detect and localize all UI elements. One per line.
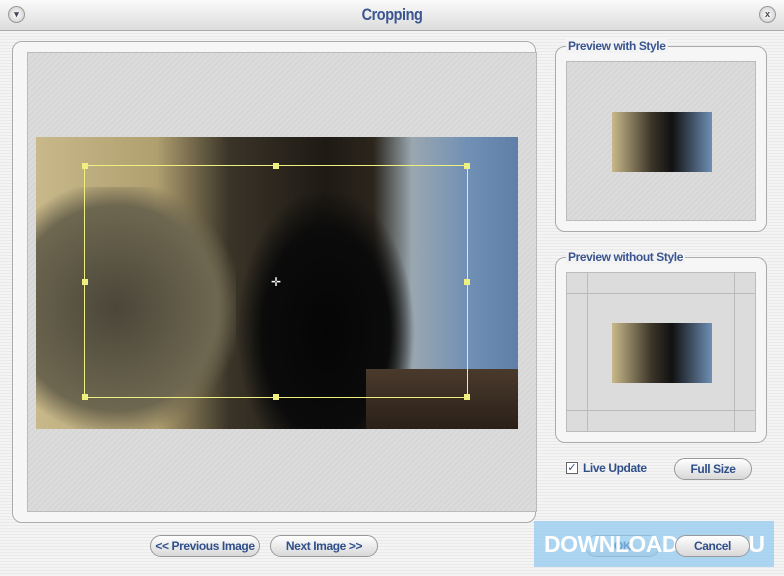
crop-handle[interactable]: [464, 278, 470, 285]
previous-image-button[interactable]: << Previous Image: [150, 535, 260, 557]
cancel-button[interactable]: Cancel: [675, 535, 750, 557]
crop-handle[interactable]: [82, 278, 88, 285]
crop-handle[interactable]: [82, 394, 88, 400]
crop-handle[interactable]: [273, 163, 279, 169]
crop-handle[interactable]: [82, 163, 88, 169]
preview-with-style-group: Preview with Style: [555, 39, 767, 232]
title-bar: ▾ Cropping x: [0, 0, 784, 31]
image-photo: ✛: [36, 137, 518, 429]
preview-without-style-group: Preview without Style: [555, 250, 767, 443]
crosshair-icon[interactable]: ✛: [271, 275, 281, 289]
crop-panel: ✛: [12, 41, 537, 523]
preview-with-style: [566, 61, 756, 221]
live-update-label: Live Update: [583, 461, 647, 475]
crop-canvas: ✛: [27, 52, 537, 512]
window-title: Cropping: [361, 5, 423, 24]
group-label: Preview with Style: [566, 39, 668, 53]
crop-handle[interactable]: [273, 394, 279, 400]
crop-handle[interactable]: [464, 163, 470, 169]
close-icon[interactable]: x: [759, 6, 776, 23]
crop-handle[interactable]: [464, 394, 470, 400]
chevron-down-icon[interactable]: ▾: [8, 6, 25, 23]
group-label: Preview without Style: [566, 250, 685, 264]
full-size-button[interactable]: Full Size: [674, 458, 752, 480]
next-image-button[interactable]: Next Image >>: [270, 535, 378, 557]
preview-without-style: [566, 272, 756, 432]
live-update-checkbox[interactable]: ✓: [566, 462, 578, 474]
